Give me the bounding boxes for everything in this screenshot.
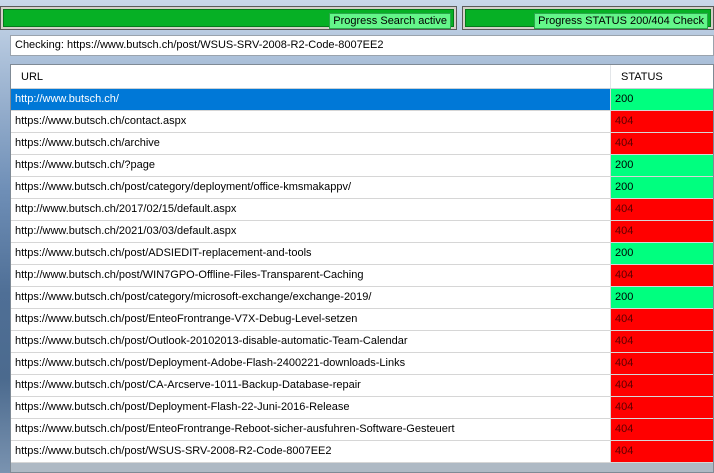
status-check-progress-bar: Progress STATUS 200/404 Check bbox=[462, 6, 714, 30]
url-cell[interactable]: https://www.butsch.ch/?page bbox=[11, 155, 611, 176]
status-cell[interactable]: 404 bbox=[611, 375, 713, 396]
table-row[interactable]: https://www.butsch.ch/?page 200 bbox=[11, 155, 713, 177]
table-row[interactable]: https://www.butsch.ch/post/EnteoFrontran… bbox=[11, 419, 713, 441]
status-cell[interactable]: 404 bbox=[611, 419, 713, 440]
search-progress-fill: Progress Search active bbox=[3, 9, 454, 29]
search-progress-bar: Progress Search active bbox=[0, 6, 457, 30]
status-cell[interactable]: 200 bbox=[611, 177, 713, 198]
status-check-progress-label: Progress STATUS 200/404 Check bbox=[534, 13, 708, 29]
url-cell[interactable]: http://www.butsch.ch/2021/03/03/default.… bbox=[11, 221, 611, 242]
status-check-progress-fill: Progress STATUS 200/404 Check bbox=[465, 9, 711, 29]
table-row[interactable]: https://www.butsch.ch/archive 404 bbox=[11, 133, 713, 155]
status-cell[interactable]: 200 bbox=[611, 287, 713, 308]
url-cell[interactable]: https://www.butsch.ch/post/Outlook-20102… bbox=[11, 331, 611, 352]
grid-rows: http://www.butsch.ch/200 https://www.buts… bbox=[11, 89, 713, 463]
status-cell[interactable]: 404 bbox=[611, 133, 713, 154]
results-grid[interactable]: URL STATUS http://www.butsch.ch/200 https… bbox=[10, 64, 714, 473]
url-cell[interactable]: https://www.butsch.ch/post/ADSIEDIT-repl… bbox=[11, 243, 611, 264]
url-cell[interactable]: https://www.butsch.ch/archive bbox=[11, 133, 611, 154]
table-row[interactable]: https://www.butsch.ch/post/Deployment-Fl… bbox=[11, 397, 713, 419]
table-row[interactable]: https://www.butsch.ch/post/WSUS-SRV-2008… bbox=[11, 441, 713, 463]
table-row[interactable]: https://www.butsch.ch/post/Deployment-Ad… bbox=[11, 353, 713, 375]
table-row[interactable]: https://www.butsch.ch/post/category/micr… bbox=[11, 287, 713, 309]
table-row[interactable]: https://www.butsch.ch/post/ADSIEDIT-repl… bbox=[11, 243, 713, 265]
url-cell[interactable]: https://www.butsch.ch/post/category/depl… bbox=[11, 177, 611, 198]
url-cell[interactable]: http://www.butsch.ch/ bbox=[11, 89, 611, 110]
url-cell[interactable]: http://www.butsch.ch/2017/02/15/default.… bbox=[11, 199, 611, 220]
status-cell[interactable]: 404 bbox=[611, 265, 713, 286]
status-cell[interactable]: 404 bbox=[611, 111, 713, 132]
table-row[interactable]: http://www.butsch.ch/2021/03/03/default.… bbox=[11, 221, 713, 243]
status-cell[interactable]: 404 bbox=[611, 331, 713, 352]
status-cell[interactable]: 404 bbox=[611, 309, 713, 330]
table-row[interactable]: https://www.butsch.ch/post/CA-Arcserve-1… bbox=[11, 375, 713, 397]
url-cell[interactable]: https://www.butsch.ch/post/Deployment-Fl… bbox=[11, 397, 611, 418]
status-cell[interactable]: 404 bbox=[611, 441, 713, 462]
grid-header: URL STATUS bbox=[11, 65, 713, 89]
column-header-status[interactable]: STATUS bbox=[611, 65, 713, 88]
checking-field[interactable]: Checking: https://www.butsch.ch/post/WSU… bbox=[10, 35, 714, 56]
status-cell[interactable]: 404 bbox=[611, 353, 713, 374]
url-cell[interactable]: https://www.butsch.ch/post/Deployment-Ad… bbox=[11, 353, 611, 374]
status-cell[interactable]: 200 bbox=[611, 155, 713, 176]
table-row[interactable]: http://www.butsch.ch/post/WIN7GPO-Offlin… bbox=[11, 265, 713, 287]
table-row[interactable]: https://www.butsch.ch/post/category/depl… bbox=[11, 177, 713, 199]
status-cell[interactable]: 200 bbox=[611, 89, 713, 110]
table-row[interactable]: https://www.butsch.ch/post/Outlook-20102… bbox=[11, 331, 713, 353]
status-cell[interactable]: 200 bbox=[611, 243, 713, 264]
status-cell[interactable]: 404 bbox=[611, 199, 713, 220]
url-cell[interactable]: https://www.butsch.ch/contact.aspx bbox=[11, 111, 611, 132]
search-progress-label: Progress Search active bbox=[329, 13, 451, 29]
status-cell[interactable]: 404 bbox=[611, 397, 713, 418]
url-cell[interactable]: https://www.butsch.ch/post/EnteoFrontran… bbox=[11, 419, 611, 440]
status-cell[interactable]: 404 bbox=[611, 221, 713, 242]
url-cell[interactable]: https://www.butsch.ch/post/CA-Arcserve-1… bbox=[11, 375, 611, 396]
table-row[interactable]: http://www.butsch.ch/200 bbox=[11, 89, 713, 111]
url-cell[interactable]: https://www.butsch.ch/post/WSUS-SRV-2008… bbox=[11, 441, 611, 462]
table-row[interactable]: https://www.butsch.ch/post/EnteoFrontran… bbox=[11, 309, 713, 331]
table-row[interactable]: http://www.butsch.ch/2017/02/15/default.… bbox=[11, 199, 713, 221]
url-cell[interactable]: https://www.butsch.ch/post/EnteoFrontran… bbox=[11, 309, 611, 330]
url-cell[interactable]: http://www.butsch.ch/post/WIN7GPO-Offlin… bbox=[11, 265, 611, 286]
url-cell[interactable]: https://www.butsch.ch/post/category/micr… bbox=[11, 287, 611, 308]
column-header-url[interactable]: URL bbox=[11, 65, 611, 88]
table-row[interactable]: https://www.butsch.ch/contact.aspx 404 bbox=[11, 111, 713, 133]
